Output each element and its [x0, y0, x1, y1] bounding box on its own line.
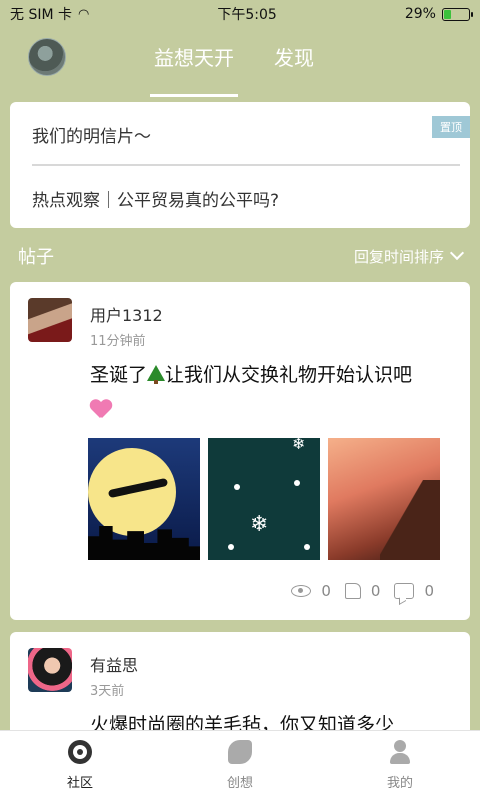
christmas-tree-icon — [147, 363, 166, 384]
post-image-sunset[interactable] — [328, 438, 440, 560]
tab-bar: 益想天开 发现 — [150, 42, 318, 97]
battery-percent: 29% — [404, 6, 436, 22]
nav-label: 我的 — [386, 776, 413, 791]
create-icon — [228, 740, 252, 764]
thumbs-up-icon — [344, 583, 361, 599]
likes-count: 0 — [370, 582, 381, 600]
top-nav: 益想天开 发现 — [0, 28, 480, 97]
post-card[interactable]: 用户1312 11分钟前 圣诞了 让我们从交换礼物开始认识吧 ❄ ❄ 0 0 0 — [10, 282, 470, 620]
post-username[interactable]: 用户1312 — [90, 302, 163, 326]
post-content-part: 圣诞了 — [90, 364, 148, 386]
wifi-icon: ◠ — [78, 6, 90, 22]
notice-card[interactable]: 我们的明信片～ 热点观察｜公平贸易真的公平吗? 置顶 — [10, 102, 470, 228]
nav-label: 社区 — [66, 776, 93, 791]
avatar[interactable] — [28, 298, 72, 342]
views-stat: 0 — [291, 582, 331, 600]
post-image-snow[interactable]: ❄ ❄ — [208, 438, 320, 560]
post-username[interactable]: 有益思 — [90, 652, 138, 676]
sort-label: 回复时间排序 — [353, 247, 444, 266]
clock: 下午5:05 — [217, 7, 277, 23]
eye-icon — [291, 585, 312, 597]
tab-discover[interactable]: 发现 — [270, 42, 318, 83]
comment-button[interactable]: 0 — [394, 582, 434, 600]
nav-community[interactable]: 社区 — [0, 731, 160, 800]
user-avatar[interactable] — [28, 38, 66, 76]
post-time: 3天前 — [90, 684, 125, 699]
views-count: 0 — [321, 582, 331, 600]
chevron-down-icon — [449, 245, 465, 261]
pinned-badge: 置顶 — [432, 116, 470, 138]
post-card[interactable]: 有益思 3天前 火爆时尚圈的羊毛毡，你又知道多少 — [10, 632, 470, 742]
sort-dropdown[interactable]: 回复时间排序 — [353, 245, 465, 267]
avatar[interactable] — [28, 648, 72, 692]
comments-count: 0 — [424, 582, 434, 600]
post-content-part: 让我们从交换礼物开始认识吧 — [165, 364, 413, 386]
snowflake-icon: ❄ — [292, 438, 306, 453]
post-stats: 0 0 0 — [291, 582, 434, 600]
post-image-moon[interactable] — [88, 438, 200, 560]
post-content[interactable]: 圣诞了 让我们从交换礼物开始认识吧 — [90, 358, 450, 426]
status-bar: 无 SIM 卡 ◠ 下午5:05 29% — [0, 0, 480, 28]
notice-line-1[interactable]: 我们的明信片～ — [10, 122, 173, 147]
tab-yixiang[interactable]: 益想天开 — [150, 42, 238, 97]
like-button[interactable]: 0 — [344, 582, 381, 600]
community-icon — [68, 740, 92, 764]
post-images: ❄ ❄ — [88, 438, 440, 560]
profile-icon — [388, 740, 412, 764]
section-title: 帖子 — [18, 247, 54, 268]
carrier-text: 无 SIM 卡 — [10, 7, 72, 23]
heart-gift-icon — [90, 398, 112, 418]
snowflake-icon: ❄ — [250, 512, 269, 537]
comment-icon — [394, 583, 415, 599]
battery-icon — [441, 7, 473, 21]
notice-line-2[interactable]: 热点观察｜公平贸易真的公平吗? — [10, 186, 301, 211]
nav-create[interactable]: 创想 — [160, 731, 320, 800]
nav-label: 创想 — [226, 776, 253, 791]
post-time: 11分钟前 — [90, 334, 146, 349]
bottom-nav: 社区 创想 我的 — [0, 730, 480, 800]
nav-profile[interactable]: 我的 — [320, 731, 480, 800]
divider — [32, 164, 460, 166]
posts-section-header: 帖子 回复时间排序 — [0, 240, 480, 272]
